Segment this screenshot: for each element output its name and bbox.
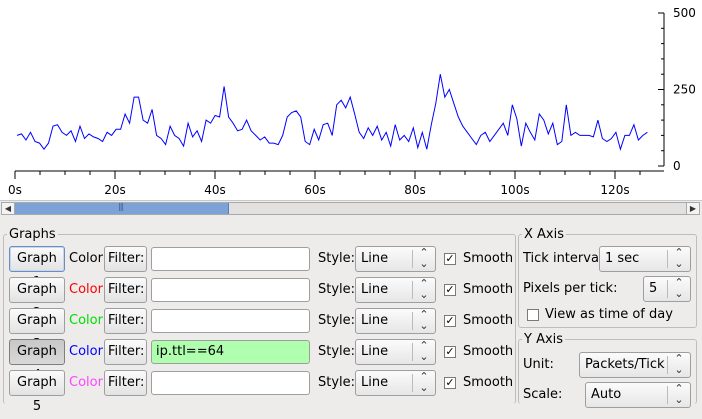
scroll-left-icon[interactable]: ◀ [2, 203, 15, 214]
spin-arrows-icon: ⌃ ⌄ [674, 276, 684, 300]
graph-5-filter-button[interactable]: Filter: [104, 370, 147, 396]
style-value: Line [361, 313, 389, 328]
graph-3-smooth-label: Smooth [463, 313, 514, 328]
scale-label: Scale: [523, 387, 563, 402]
spin-arrows-icon: ⌃ ⌄ [419, 339, 429, 363]
graphs-panel-title: Graphs [9, 227, 56, 242]
graph-3-smooth-checkbox[interactable]: ✓ [444, 315, 456, 327]
graph-3-color-label[interactable]: Color [69, 308, 103, 334]
x-tick-label: 0s [8, 183, 22, 197]
graph-2-smooth-checkbox[interactable]: ✓ [444, 284, 456, 296]
x-axis-panel-title: X Axis [524, 227, 565, 242]
graph-4-style-select[interactable]: Line ⌃ ⌄ [355, 339, 436, 365]
graph-1-style-label: Style: [318, 251, 356, 266]
graph-4-toggle-button[interactable]: Graph 4 [9, 339, 65, 383]
graph-3-style-label: Style: [318, 313, 356, 328]
y-tick-label: 250 [673, 83, 696, 97]
scale-select[interactable]: Auto ⌃ ⌄ [585, 382, 691, 408]
graph-1-filter-input[interactable] [151, 247, 310, 271]
graph-5-color-label[interactable]: Color [69, 370, 103, 396]
horizontal-scrollbar[interactable]: ◀ ||| ▶ [1, 202, 700, 215]
spin-arrows-icon: ⌃ ⌄ [419, 308, 429, 332]
spin-arrows-icon: ⌃ ⌄ [674, 246, 684, 270]
x-tick-label: 100s [500, 183, 529, 197]
graph-4-filter-input[interactable]: ip.ttl==64 [151, 340, 310, 364]
style-value: Line [361, 344, 389, 359]
x-tick-label: 40s [204, 183, 226, 197]
pixels-per-tick-label: Pixels per tick: [523, 281, 618, 296]
io-graph-chart: 500 250 0 0s 20s 40s 60s 80s 100s 120s [8, 6, 696, 197]
scroll-right-icon[interactable]: ▶ [686, 203, 699, 214]
tick-interval-select[interactable]: 1 sec ⌃ ⌄ [599, 246, 691, 272]
graph-5-toggle-button[interactable]: Graph 5 [9, 370, 65, 414]
spin-arrows-icon: ⌃ ⌄ [419, 370, 429, 394]
graph-3-toggle-button[interactable]: Graph 3 [9, 308, 65, 352]
x-tick-label: 20s [104, 183, 126, 197]
pixels-per-tick-select[interactable]: 5 ⌃ ⌄ [643, 276, 691, 302]
graph-2-filter-button[interactable]: Filter: [104, 277, 147, 303]
graph-2-color-label[interactable]: Color [69, 277, 103, 303]
pixels-per-tick-value: 5 [649, 281, 658, 296]
graph-2-style-select[interactable]: Line ⌃ ⌄ [355, 277, 436, 303]
graph-1-filter-button[interactable]: Filter: [104, 246, 147, 272]
x-tick-label: 60s [304, 183, 326, 197]
graph-3-style-select[interactable]: Line ⌃ ⌄ [355, 308, 436, 334]
graph-5-smooth-label: Smooth [463, 375, 514, 390]
graph-3-filter-button[interactable]: Filter: [104, 308, 147, 334]
graph-4-style-label: Style: [318, 344, 356, 359]
style-value: Line [361, 251, 389, 266]
unit-select[interactable]: Packets/Tick ⌃ ⌄ [579, 352, 691, 378]
style-value: Line [361, 375, 389, 390]
graph-1-smooth-checkbox[interactable]: ✓ [444, 253, 456, 265]
graph-2-style-label: Style: [318, 282, 356, 297]
graph-4-filter-button[interactable]: Filter: [104, 339, 147, 365]
graph-plot-area[interactable]: 500 250 0 0s 20s 40s 60s 80s 100s 120s [0, 0, 702, 201]
graph-1-toggle-button[interactable]: Graph 1 [9, 246, 65, 290]
y-tick-label: 0 [673, 159, 681, 173]
graph-1-color-label[interactable]: Color [69, 246, 103, 272]
spin-arrows-icon: ⌃ ⌄ [419, 246, 429, 270]
graph-1-smooth-label: Smooth [463, 251, 514, 266]
tick-interval-value: 1 sec [605, 251, 640, 266]
graph-2-toggle-button[interactable]: Graph 2 [9, 277, 65, 321]
graph-2-smooth-label: Smooth [463, 282, 514, 297]
tick-interval-label: Tick interval: [523, 251, 607, 266]
series-line-1 [16, 74, 648, 151]
unit-value: Packets/Tick [585, 357, 665, 372]
unit-label: Unit: [523, 357, 554, 372]
graph-4-color-label[interactable]: Color [69, 339, 103, 365]
spin-arrows-icon: ⌃ ⌄ [419, 277, 429, 301]
scale-value: Auto [591, 387, 622, 402]
style-value: Line [361, 282, 389, 297]
grip-icon: ||| [118, 202, 124, 211]
graph-1-style-select[interactable]: Line ⌃ ⌄ [355, 246, 436, 272]
spin-arrows-icon: ⌃ ⌄ [674, 382, 684, 406]
graph-5-style-label: Style: [318, 375, 356, 390]
y-axis-panel-title: Y Axis [524, 332, 564, 347]
view-time-of-day-label: View as time of day [545, 307, 673, 322]
graph-5-smooth-checkbox[interactable]: ✓ [444, 377, 456, 389]
x-tick-label: 80s [404, 183, 426, 197]
graph-2-filter-input[interactable] [151, 278, 310, 302]
graph-4-smooth-label: Smooth [463, 344, 514, 359]
scrollbar-thumb[interactable]: ||| [15, 202, 229, 214]
graph-5-filter-input[interactable] [151, 371, 310, 395]
x-tick-label: 120s [600, 183, 629, 197]
view-time-of-day-checkbox[interactable] [527, 309, 539, 321]
graph-5-style-select[interactable]: Line ⌃ ⌄ [355, 370, 436, 396]
spin-arrows-icon: ⌃ ⌄ [674, 352, 684, 376]
graph-4-smooth-checkbox[interactable]: ✓ [444, 346, 456, 358]
y-tick-label: 500 [673, 6, 696, 20]
graph-3-filter-input[interactable] [151, 309, 310, 333]
